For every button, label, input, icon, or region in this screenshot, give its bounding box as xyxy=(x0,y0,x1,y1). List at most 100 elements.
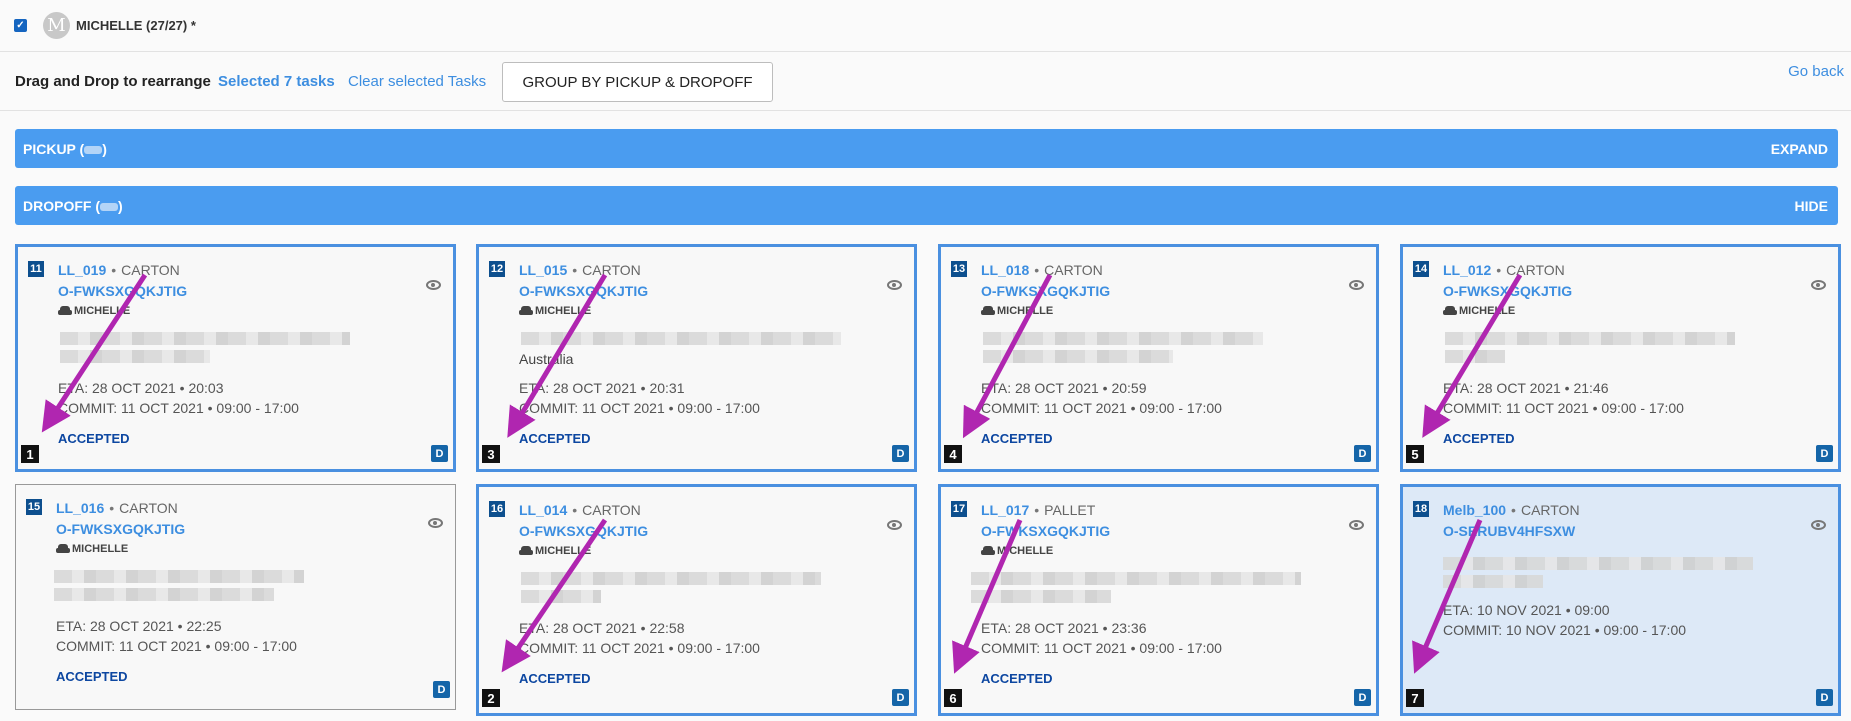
task-code-link[interactable]: Melb_100 • CARTON xyxy=(1443,502,1580,518)
dropoff-badge: D xyxy=(892,445,909,462)
package-type: PALLET xyxy=(1044,502,1096,518)
redacted-address xyxy=(1443,575,1543,588)
task-card[interactable]: 15 LL_016 • CARTON O-FWKSXGQKJTIG MICHELLE ETA… xyxy=(15,484,456,710)
go-back-link[interactable]: Go back xyxy=(1788,63,1844,80)
task-code-link[interactable]: LL_019 • CARTON xyxy=(58,262,180,278)
group-by-pickup-dropoff-button[interactable]: GROUP BY PICKUP & DROPOFF xyxy=(502,62,773,102)
package-type: CARTON xyxy=(582,262,641,278)
eye-icon[interactable] xyxy=(887,280,902,290)
task-code-link[interactable]: LL_014 • CARTON xyxy=(519,502,641,518)
clear-selection-link[interactable]: Clear selected Tasks xyxy=(348,73,486,90)
status-label: ACCEPTED xyxy=(1443,431,1515,446)
commit-text: COMMIT: 11 OCT 2021 • 09:00 - 17:00 xyxy=(981,400,1222,416)
drop-order-badge: 3 xyxy=(482,445,500,463)
drop-order-badge: 1 xyxy=(21,445,39,463)
eye-icon[interactable] xyxy=(1349,520,1364,530)
driver-label: MICHELLE xyxy=(519,545,591,557)
address-text: Australia xyxy=(519,351,574,367)
dropoff-badge: D xyxy=(1816,689,1833,706)
order-id-link[interactable]: O-FWKSXGQKJTIG xyxy=(519,283,648,299)
selected-count-link[interactable]: Selected 7 tasks xyxy=(218,73,335,90)
task-card[interactable]: 16 LL_014 • CARTON O-FWKSXGQKJTIG MICHELLE ETA… xyxy=(476,484,917,716)
task-code-link[interactable]: LL_016 • CARTON xyxy=(56,500,178,516)
drag-instruction: Drag and Drop to rearrange xyxy=(15,73,211,90)
user-name: MICHELLE (27/27) * xyxy=(76,18,196,33)
task-card[interactable]: 11 LL_019 • CARTON O-FWKSXGQKJTIG MICHELLE ETA… xyxy=(15,244,456,472)
order-id-link[interactable]: O-FWKSXGQKJTIG xyxy=(58,283,187,299)
car-icon xyxy=(519,306,533,316)
status-label: ACCEPTED xyxy=(58,431,130,446)
redacted-address xyxy=(971,590,1111,603)
redacted-address xyxy=(1443,557,1753,570)
redacted-address xyxy=(54,588,274,601)
redacted-address xyxy=(521,332,841,345)
driver-label: MICHELLE xyxy=(981,305,1053,317)
task-card[interactable]: 13 LL_018 • CARTON O-FWKSXGQKJTIG MICHELLE ETA… xyxy=(938,244,1379,472)
toolbar: Drag and Drop to rearrange Selected 7 ta… xyxy=(0,53,1851,111)
sequence-badge: 14 xyxy=(1413,261,1429,277)
driver-label: MICHELLE xyxy=(981,545,1053,557)
eta-text: ETA: 28 OCT 2021 • 21:46 xyxy=(1443,380,1609,396)
dropoff-badge: D xyxy=(1816,445,1833,462)
order-id-link[interactable]: O-FWKSXGQKJTIG xyxy=(1443,283,1572,299)
task-card[interactable]: 14 LL_012 • CARTON O-FWKSXGQKJTIG MICHELLE ETA… xyxy=(1400,244,1841,472)
status-label: ACCEPTED xyxy=(981,671,1053,686)
commit-text: COMMIT: 10 NOV 2021 • 09:00 - 17:00 xyxy=(1443,622,1687,638)
eye-icon[interactable] xyxy=(426,280,441,290)
dropoff-badge: D xyxy=(431,445,448,462)
eye-icon[interactable] xyxy=(1811,520,1826,530)
status-label: ACCEPTED xyxy=(519,671,591,686)
car-icon xyxy=(981,306,995,316)
eye-icon[interactable] xyxy=(887,520,902,530)
redacted-address xyxy=(983,350,1173,363)
eta-text: ETA: 28 OCT 2021 • 20:31 xyxy=(519,380,685,396)
task-card[interactable]: 17 LL_017 • PALLET O-FWKSXGQKJTIG MICHELLE ETA… xyxy=(938,484,1379,716)
sequence-badge: 11 xyxy=(28,261,44,277)
user-row: ✓ M MICHELLE (27/27) * xyxy=(0,0,1851,52)
pickup-section-label: PICKUP () xyxy=(23,141,107,157)
status-label: ACCEPTED xyxy=(519,431,591,446)
expand-button[interactable]: EXPAND xyxy=(1771,141,1828,157)
dropoff-badge: D xyxy=(1354,689,1371,706)
eye-icon[interactable] xyxy=(428,518,443,528)
sequence-badge: 15 xyxy=(26,499,42,515)
dropoff-badge: D xyxy=(892,689,909,706)
task-code-link[interactable]: LL_015 • CARTON xyxy=(519,262,641,278)
dropoff-section-label: DROPOFF () xyxy=(23,198,123,214)
order-id-link[interactable]: O-FWKSXGQKJTIG xyxy=(519,523,648,539)
package-type: CARTON xyxy=(1520,502,1580,518)
package-type: CARTON xyxy=(1506,262,1565,278)
sequence-badge: 17 xyxy=(951,501,967,517)
driver-label: MICHELLE xyxy=(58,305,130,317)
eta-text: ETA: 28 OCT 2021 • 22:25 xyxy=(56,618,222,634)
user-select-checkbox[interactable]: ✓ xyxy=(14,19,27,32)
package-type: CARTON xyxy=(121,262,180,278)
hide-button[interactable]: HIDE xyxy=(1795,198,1828,214)
status-label: ACCEPTED xyxy=(981,431,1053,446)
order-id-link[interactable]: O-SERUBV4HFSXW xyxy=(1443,523,1575,539)
dropoff-section-bar[interactable]: DROPOFF () HIDE xyxy=(15,186,1838,225)
car-icon xyxy=(981,546,995,556)
task-code-link[interactable]: LL_017 • PALLET xyxy=(981,502,1095,518)
eye-icon[interactable] xyxy=(1349,280,1364,290)
order-id-link[interactable]: O-FWKSXGQKJTIG xyxy=(56,521,185,537)
dropoff-badge: D xyxy=(1354,445,1371,462)
pickup-section-bar[interactable]: PICKUP () EXPAND xyxy=(15,129,1838,168)
task-card[interactable]: 12 LL_015 • CARTON O-FWKSXGQKJTIG MICHELLE Aus… xyxy=(476,244,917,472)
redacted-address xyxy=(1445,350,1505,363)
dropoff-badge: D xyxy=(433,681,450,698)
order-id-link[interactable]: O-FWKSXGQKJTIG xyxy=(981,283,1110,299)
eta-text: ETA: 28 OCT 2021 • 20:59 xyxy=(981,380,1147,396)
task-code-link[interactable]: LL_018 • CARTON xyxy=(981,262,1103,278)
task-code-link[interactable]: LL_012 • CARTON xyxy=(1443,262,1565,278)
redacted-address xyxy=(1445,332,1735,345)
eye-icon[interactable] xyxy=(1811,280,1826,290)
order-id-link[interactable]: O-FWKSXGQKJTIG xyxy=(981,523,1110,539)
eta-text: ETA: 28 OCT 2021 • 20:03 xyxy=(58,380,224,396)
task-card[interactable]: 18 Melb_100 • CARTON O-SERUBV4HFSXW ETA: 10 N… xyxy=(1400,484,1841,716)
driver-label: MICHELLE xyxy=(56,543,128,555)
drop-order-badge: 4 xyxy=(944,445,962,463)
redacted-address xyxy=(521,590,601,603)
commit-text: COMMIT: 11 OCT 2021 • 09:00 - 17:00 xyxy=(1443,400,1684,416)
sequence-badge: 18 xyxy=(1413,501,1429,517)
